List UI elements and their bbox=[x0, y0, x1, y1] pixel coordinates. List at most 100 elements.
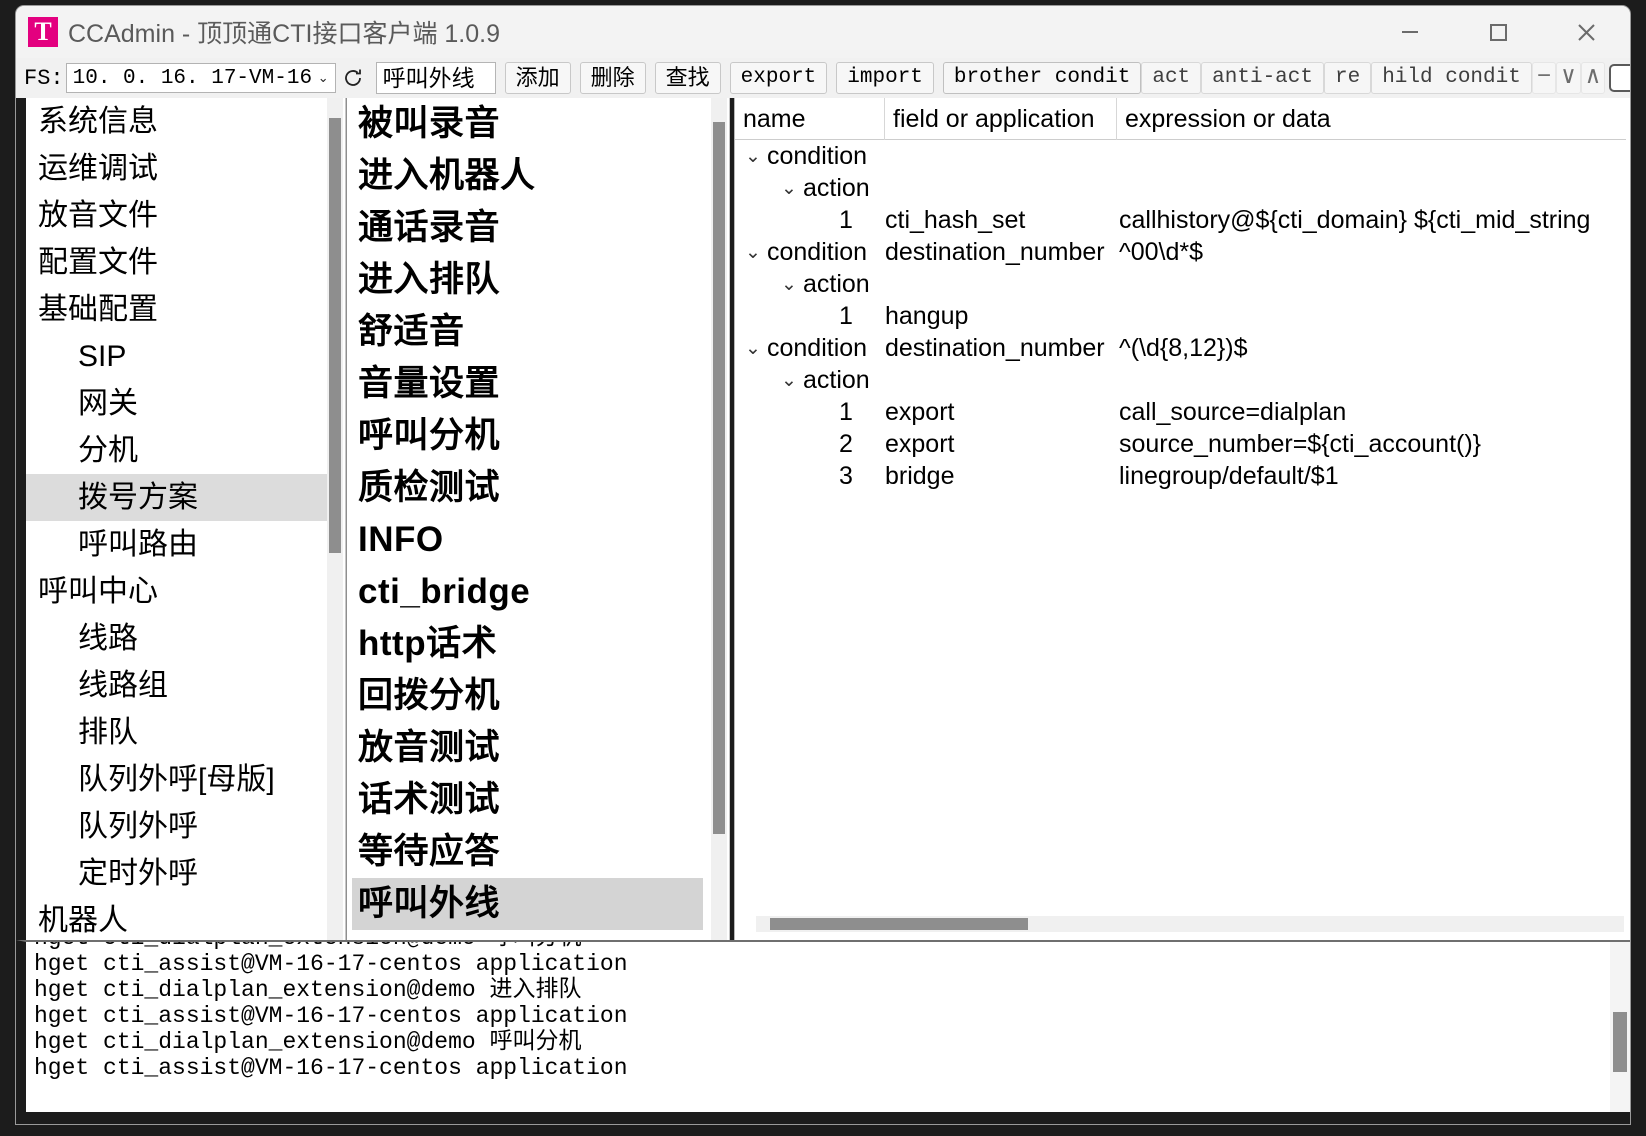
fs-server-value: 10. 0. 16. 17-VM-16-17- bbox=[72, 66, 314, 90]
anti-action-button[interactable]: anti-act bbox=[1201, 62, 1324, 94]
condition-tree-row-name: condition bbox=[767, 333, 868, 362]
condition-tree-row-name: action bbox=[803, 173, 870, 202]
log-scrollbar[interactable] bbox=[1610, 942, 1630, 1112]
dialplan-list-item[interactable]: 音量设置 bbox=[352, 358, 703, 410]
add-button[interactable]: 添加 bbox=[504, 62, 571, 94]
chevron-down-icon[interactable]: ⌄ bbox=[779, 273, 799, 296]
dialplan-list-item[interactable]: 呼叫分机 bbox=[352, 410, 703, 462]
dialplan-list-item[interactable]: 话术测试 bbox=[352, 774, 703, 826]
column-header-field: field or application bbox=[885, 98, 1117, 140]
condition-tree-cell-field: hangup bbox=[885, 301, 969, 330]
delete-button[interactable]: 删除 bbox=[579, 62, 646, 94]
sidebar-item[interactable]: 运维调试 bbox=[26, 145, 343, 192]
sidebar-scrollbar[interactable] bbox=[327, 98, 343, 940]
sidebar-item[interactable]: 队列外呼[母版] bbox=[26, 756, 343, 803]
sidebar-scrollbar-thumb[interactable] bbox=[329, 118, 341, 553]
condition-tree-cell-expression: source_number=${cti_account()} bbox=[1119, 429, 1482, 458]
sidebar-list: 系统信息 运维调试 放音文件 配置文件 基础配置 SIP 网关 分机 拨号方案 呼叫路由 呼叫中心线… bbox=[26, 98, 343, 940]
condition-tree-cell-name: ⌄ action bbox=[735, 270, 885, 299]
condition-tree-cell-field: export bbox=[885, 397, 955, 426]
dialplan-scrollbar-thumb[interactable] bbox=[713, 122, 725, 834]
sidebar-item[interactable]: 拨号方案 bbox=[26, 474, 343, 521]
sidebar-item[interactable]: 系统信息 bbox=[26, 98, 343, 145]
chevron-down-icon[interactable]: ⌄ bbox=[779, 369, 799, 392]
maximize-button[interactable] bbox=[1454, 6, 1542, 58]
dialplan-list-item[interactable]: 呼叫外线 bbox=[352, 878, 703, 930]
close-icon bbox=[1578, 24, 1595, 41]
dialplan-list-item[interactable]: 等待应答 bbox=[352, 826, 703, 878]
remove-button[interactable]: − bbox=[1531, 62, 1557, 94]
sidebar-item[interactable]: 线路组 bbox=[26, 662, 343, 709]
condition-tree-row[interactable]: ⌄ action bbox=[735, 364, 1626, 396]
chevron-down-icon: ⌄ bbox=[317, 70, 329, 85]
dialplan-list-item[interactable]: 进入排队 bbox=[352, 254, 703, 306]
log-line: hget cti_dialplan_extension@demo 进入排队 bbox=[34, 977, 582, 1003]
condition-tree-cell-field: destination_number bbox=[885, 237, 1105, 266]
condition-tree: name field or application expression or … bbox=[734, 98, 1626, 940]
dialplan-list-item[interactable]: 质检测试 bbox=[352, 462, 703, 514]
condition-tree-cell-name: 3 bbox=[735, 462, 885, 491]
fs-server-select[interactable]: 10. 0. 16. 17-VM-16-17- ⌄ bbox=[65, 63, 336, 93]
sidebar-item[interactable]: 基础配置 bbox=[26, 286, 343, 333]
condition-tree-row[interactable]: 2 export source_number=${cti_account()} bbox=[735, 428, 1626, 460]
condition-tree-row[interactable]: 3 bridge linegroup/default/$1 bbox=[735, 460, 1626, 492]
close-button[interactable] bbox=[1542, 6, 1630, 58]
brother-condition-button[interactable]: brother condit bbox=[942, 62, 1142, 94]
condition-tree-cell-field: bridge bbox=[885, 461, 955, 490]
condition-tree-cell-field: destination_number bbox=[885, 333, 1105, 362]
dialplan-list-item[interactable]: 通话录音 bbox=[352, 202, 703, 254]
condition-tree-row[interactable]: 1 hangup bbox=[735, 300, 1626, 332]
sidebar-item[interactable]: SIP bbox=[26, 333, 343, 380]
condition-tree-row[interactable]: ⌄ condition destination_number ^00\d*$ bbox=[735, 236, 1626, 268]
application-window: T CCAdmin - 顶顶通CTI接口客户端 1.0.9 FS: 10. 0.… bbox=[16, 6, 1630, 1124]
condition-tree-row[interactable]: ⌄ condition destination_number ^(\d{8,12})$ bbox=[735, 332, 1626, 364]
move-down-button[interactable]: ∨ bbox=[1556, 62, 1581, 94]
sidebar-item[interactable]: 机器人 bbox=[26, 897, 343, 940]
title-bar: T CCAdmin - 顶顶通CTI接口客户端 1.0.9 bbox=[16, 6, 1630, 58]
regex-button[interactable]: re bbox=[1323, 62, 1372, 94]
dialplan-list-item[interactable]: 放音测试 bbox=[352, 722, 703, 774]
condition-tree-hscrollbar-thumb[interactable] bbox=[770, 918, 1028, 930]
refresh-button[interactable] bbox=[338, 63, 368, 93]
chevron-down-icon[interactable]: ⌄ bbox=[743, 241, 763, 264]
condition-tree-row-name: condition bbox=[767, 141, 868, 170]
action-button[interactable]: act bbox=[1141, 62, 1202, 94]
minimize-button[interactable] bbox=[1366, 6, 1454, 58]
sidebar-item[interactable]: 配置文件 bbox=[26, 239, 343, 286]
find-button[interactable]: 查找 bbox=[654, 62, 721, 94]
condition-tree-row[interactable]: ⌄ action bbox=[735, 172, 1626, 204]
export-button[interactable]: export bbox=[729, 62, 828, 94]
dialplan-name-input[interactable]: 呼叫外线 bbox=[375, 62, 496, 94]
continue-checkbox[interactable] bbox=[1609, 64, 1630, 92]
chevron-down-icon[interactable]: ⌄ bbox=[743, 337, 763, 360]
dialplan-list-item[interactable]: http话术 bbox=[352, 618, 703, 670]
dialplan-list-item[interactable]: 回拨分机 bbox=[352, 670, 703, 722]
chevron-down-icon[interactable]: ⌄ bbox=[743, 145, 763, 168]
dialplan-list-item[interactable]: 舒适音 bbox=[352, 306, 703, 358]
dialplan-list-item[interactable]: cti_bridge bbox=[352, 566, 703, 618]
dialplan-scrollbar[interactable] bbox=[711, 98, 727, 940]
sidebar-item[interactable]: 放音文件 bbox=[26, 192, 343, 239]
import-button[interactable]: import bbox=[836, 62, 934, 94]
sidebar-item[interactable]: 呼叫路由 bbox=[26, 521, 343, 568]
condition-tree-row[interactable]: ⌄ condition bbox=[735, 140, 1626, 172]
condition-tree-row[interactable]: 1 cti_hash_set callhistory@${cti_domain} $… bbox=[735, 204, 1626, 236]
child-condition-button[interactable]: hild condit bbox=[1371, 62, 1532, 94]
log-scrollbar-thumb[interactable] bbox=[1613, 1012, 1627, 1072]
dialplan-list-item[interactable]: 被叫录音 bbox=[352, 98, 703, 150]
condition-tree-row[interactable]: 1 export call_source=dialplan bbox=[735, 396, 1626, 428]
condition-tree-cell-name: ⌄ action bbox=[735, 366, 885, 395]
sidebar-item[interactable]: 网关 bbox=[26, 380, 343, 427]
condition-tree-row[interactable]: ⌄ action bbox=[735, 268, 1626, 300]
move-up-button[interactable]: ∧ bbox=[1580, 62, 1606, 94]
sidebar-item[interactable]: 呼叫中心 bbox=[26, 568, 343, 615]
sidebar-item[interactable]: 线路 bbox=[26, 615, 343, 662]
dialplan-list-item[interactable]: 进入机器人 bbox=[352, 150, 703, 202]
sidebar-item[interactable]: 队列外呼 bbox=[26, 803, 343, 850]
sidebar-item[interactable]: 分机 bbox=[26, 427, 343, 474]
sidebar-item[interactable]: 定时外呼 bbox=[26, 850, 343, 897]
condition-tree-hscrollbar[interactable] bbox=[756, 916, 1624, 932]
sidebar-item[interactable]: 排队 bbox=[26, 709, 343, 756]
chevron-down-icon[interactable]: ⌄ bbox=[779, 177, 799, 200]
dialplan-list-item[interactable]: INFO bbox=[352, 514, 703, 566]
